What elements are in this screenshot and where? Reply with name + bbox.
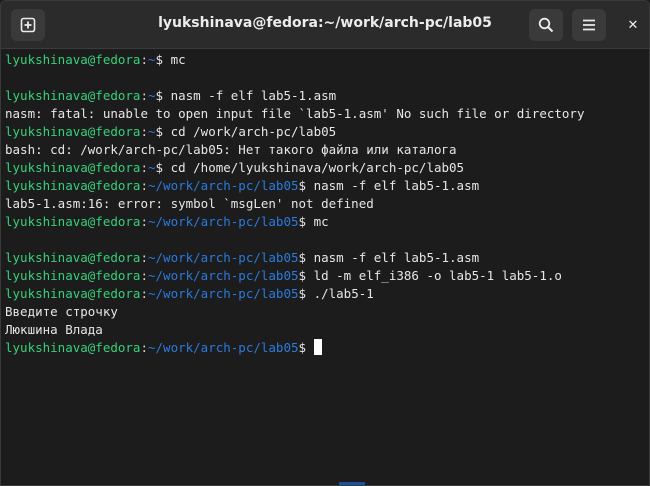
terminal-line: lyukshinava@fedora:~$ cd /home/lyukshina… bbox=[5, 159, 645, 177]
output-text: Введите строчку bbox=[5, 304, 118, 319]
prompt-separator: : bbox=[140, 250, 148, 265]
prompt-command: $ mc bbox=[298, 214, 329, 229]
prompt-path: ~/work/arch-pc/lab05 bbox=[148, 214, 299, 229]
close-icon: ✕ bbox=[627, 17, 639, 33]
prompt-user: lyukshinava@fedora bbox=[5, 124, 141, 139]
search-icon bbox=[538, 17, 554, 33]
terminal-output[interactable]: lyukshinava@fedora:~$ mc lyukshinava@fedo… bbox=[5, 51, 645, 485]
terminal-line: Люкшина Влада bbox=[5, 321, 645, 339]
prompt-path: ~ bbox=[148, 124, 156, 139]
prompt-separator: : bbox=[140, 52, 148, 67]
terminal-line: lyukshinava@fedora:~/work/arch-pc/lab05$… bbox=[5, 267, 645, 285]
prompt-command: $ nasm -f elf lab5-1.asm bbox=[298, 250, 480, 265]
prompt-separator: : bbox=[140, 214, 148, 229]
terminal-line: lyukshinava@fedora:~$ nasm -f elf lab5-1… bbox=[5, 87, 645, 105]
prompt-separator: : bbox=[140, 160, 148, 175]
terminal-line: lyukshinava@fedora:~$ cd /work/arch-pc/l… bbox=[5, 123, 645, 141]
terminal-window: lyukshinava@fedora:~/work/arch-pc/lab05 … bbox=[0, 0, 650, 486]
prompt-user: lyukshinava@fedora bbox=[5, 268, 141, 283]
title-bar: lyukshinava@fedora:~/work/arch-pc/lab05 … bbox=[1, 1, 649, 49]
prompt-user: lyukshinava@fedora bbox=[5, 340, 141, 355]
prompt-command: $ bbox=[298, 340, 314, 355]
output-text: bash: cd: /work/arch-pc/lab05: Нет таког… bbox=[5, 142, 457, 157]
prompt-command: $ cd /home/lyukshinava/work/arch-pc/lab0… bbox=[155, 160, 465, 175]
prompt-command: $ ./lab5-1 bbox=[298, 286, 374, 301]
menu-button[interactable] bbox=[572, 9, 606, 41]
prompt-path: ~/work/arch-pc/lab05 bbox=[148, 178, 299, 193]
output-text: Люкшина Влада bbox=[5, 322, 103, 337]
prompt-path: ~/work/arch-pc/lab05 bbox=[148, 340, 299, 355]
terminal-line: lyukshinava@fedora:~$ mc bbox=[5, 51, 645, 69]
terminal-line: lab5-1.asm:16: error: symbol `msgLen' no… bbox=[5, 195, 645, 213]
terminal-line: nasm: fatal: unable to open input file `… bbox=[5, 105, 645, 123]
output-text: nasm: fatal: unable to open input file `… bbox=[5, 106, 585, 121]
prompt-user: lyukshinava@fedora bbox=[5, 52, 141, 67]
prompt-separator: : bbox=[140, 340, 148, 355]
prompt-user: lyukshinava@fedora bbox=[5, 160, 141, 175]
prompt-command: $ nasm -f elf lab5-1.asm bbox=[155, 88, 337, 103]
prompt-command: $ nasm -f elf lab5-1.asm bbox=[298, 178, 480, 193]
prompt-path: ~/work/arch-pc/lab05 bbox=[148, 268, 299, 283]
prompt-user: lyukshinava@fedora bbox=[5, 286, 141, 301]
close-button[interactable]: ✕ bbox=[619, 9, 647, 41]
terminal-line: lyukshinava@fedora:~/work/arch-pc/lab05$… bbox=[5, 213, 645, 231]
prompt-user: lyukshinava@fedora bbox=[5, 214, 141, 229]
prompt-path: ~ bbox=[148, 88, 156, 103]
scrollbar-indicator[interactable] bbox=[339, 482, 365, 485]
prompt-command: $ ld -m elf_i386 -o lab5-1 lab5-1.o bbox=[298, 268, 562, 283]
prompt-user: lyukshinava@fedora bbox=[5, 88, 141, 103]
terminal-line: lyukshinava@fedora:~/work/arch-pc/lab05$… bbox=[5, 285, 645, 303]
prompt-separator: : bbox=[140, 268, 148, 283]
hamburger-icon bbox=[583, 19, 595, 31]
terminal-line: lyukshinava@fedora:~/work/arch-pc/lab05$… bbox=[5, 177, 645, 195]
prompt-command: $ mc bbox=[155, 52, 186, 67]
terminal-line: Введите строчку bbox=[5, 303, 645, 321]
prompt-user: lyukshinava@fedora bbox=[5, 250, 141, 265]
prompt-path: ~ bbox=[148, 52, 156, 67]
prompt-path: ~/work/arch-pc/lab05 bbox=[148, 250, 299, 265]
prompt-separator: : bbox=[140, 124, 148, 139]
text-cursor bbox=[313, 339, 322, 355]
prompt-path: ~ bbox=[148, 160, 156, 175]
terminal-line: lyukshinava@fedora:~/work/arch-pc/lab05$… bbox=[5, 249, 645, 267]
terminal-line: bash: cd: /work/arch-pc/lab05: Нет таког… bbox=[5, 141, 645, 159]
prompt-command: $ cd /work/arch-pc/lab05 bbox=[155, 124, 337, 139]
prompt-user: lyukshinava@fedora bbox=[5, 178, 141, 193]
prompt-separator: : bbox=[140, 88, 148, 103]
prompt-separator: : bbox=[140, 178, 148, 193]
search-button[interactable] bbox=[529, 9, 563, 41]
prompt-separator: : bbox=[140, 286, 148, 301]
prompt-path: ~/work/arch-pc/lab05 bbox=[148, 286, 299, 301]
terminal-line: lyukshinava@fedora:~/work/arch-pc/lab05$ bbox=[5, 339, 645, 357]
output-text: lab5-1.asm:16: error: symbol `msgLen' no… bbox=[5, 196, 374, 211]
